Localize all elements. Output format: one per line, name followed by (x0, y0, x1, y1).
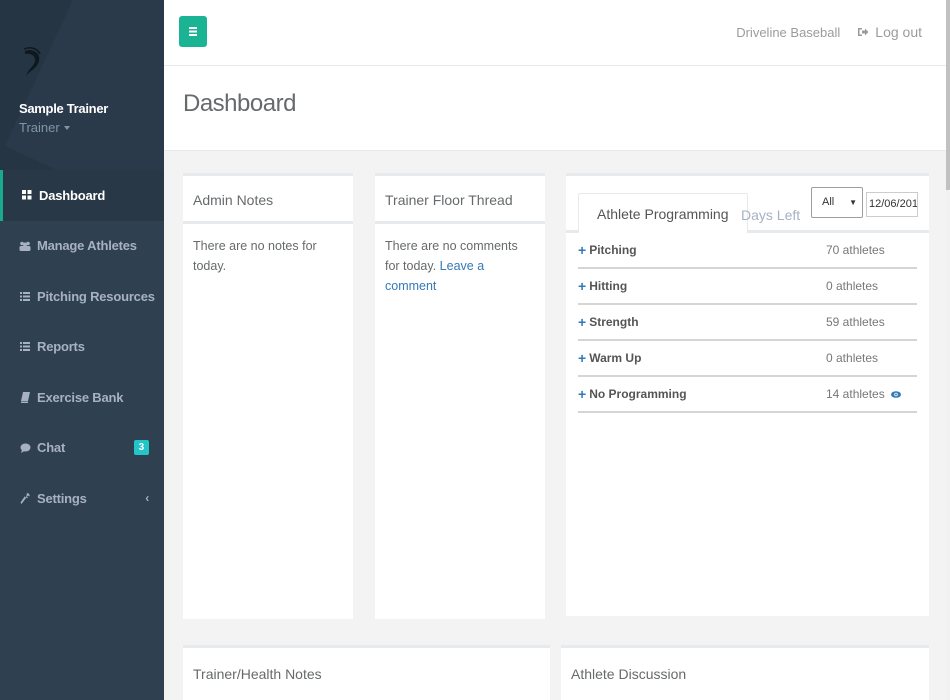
scrollbar-thumb[interactable] (946, 0, 950, 190)
program-name[interactable]: Strength (589, 315, 638, 329)
dashboard-icon (21, 190, 33, 200)
sidebar-item-label: Exercise Bank (37, 389, 124, 405)
athlete-count: 14 athletes (826, 387, 885, 401)
sidebar-item-exercise-bank[interactable]: Exercise Bank (0, 372, 164, 423)
chat-unread-badge: 3 (133, 440, 149, 456)
profile-header: Sample Trainer Trainer (0, 0, 164, 170)
athlete-discussion-panel: Athlete Discussion (561, 645, 929, 700)
programming-row: + No Programming 14 athletes (578, 377, 917, 413)
topbar: Driveline Baseball Log out (164, 0, 950, 66)
panel-title: Trainer Floor Thread (375, 176, 545, 224)
sidebar: Sample Trainer Trainer Dashboard Manage … (0, 0, 164, 700)
athlete-count: 59 athletes (826, 315, 885, 329)
programming-tabs: Athlete Programming Days Left All ▼ 12/0… (566, 176, 929, 233)
sidebar-item-label: Pitching Resources (37, 288, 155, 304)
programming-row: + Warm Up 0 athletes (578, 341, 917, 377)
wrench-icon (19, 492, 31, 504)
driveline-logo-icon (23, 47, 41, 76)
sidebar-item-label: Reports (37, 339, 85, 355)
program-name[interactable]: No Programming (589, 387, 686, 401)
eye-icon[interactable] (891, 390, 902, 401)
select-arrow-icon: ▼ (849, 198, 857, 207)
logout-link[interactable]: Log out (858, 24, 922, 40)
expand-plus-icon[interactable]: + (578, 278, 586, 294)
toggle-sidebar-button[interactable] (179, 16, 207, 47)
sidebar-item-label: Chat (37, 440, 66, 456)
tab-days-left[interactable]: Days Left (723, 195, 818, 235)
list-icon (19, 291, 31, 301)
page-title: Dashboard (183, 90, 296, 117)
sidebar-item-settings[interactable]: Settings ‹ (0, 473, 164, 524)
sidebar-item-pitching-resources[interactable]: Pitching Resources (0, 271, 164, 322)
panel-title: Trainer/Health Notes (183, 648, 550, 700)
organization-name: Driveline Baseball (736, 24, 841, 40)
hamburger-icon (189, 27, 197, 36)
programming-list: + Pitching 70 athletes + Hitting 0 athle… (566, 233, 929, 413)
sidebar-item-label: Manage Athletes (37, 238, 137, 254)
expand-plus-icon[interactable]: + (578, 350, 586, 366)
profile-name[interactable]: Sample Trainer (19, 101, 164, 116)
profile-role-dropdown[interactable]: Trainer (19, 120, 164, 135)
trainer-floor-body: There are no comments for today. Leave a… (375, 224, 545, 308)
users-icon (19, 241, 31, 251)
sidebar-nav: Dashboard Manage Athletes Pitching Resou… (0, 170, 164, 524)
expand-plus-icon[interactable]: + (578, 386, 586, 402)
athlete-count-with-view: 14 athletes (826, 387, 902, 401)
sidebar-item-reports[interactable]: Reports (0, 322, 164, 373)
page-scrollbar[interactable] (946, 0, 950, 700)
athlete-count: 0 athletes (826, 351, 879, 365)
sidebar-item-label: Settings (37, 490, 87, 506)
athlete-count: 70 athletes (826, 243, 885, 257)
programming-row: + Hitting 0 athletes (578, 269, 917, 305)
list-icon (19, 342, 31, 352)
athlete-count: 0 athletes (826, 279, 879, 293)
page-heading: Dashboard (164, 66, 950, 151)
trainer-floor-thread-panel: Trainer Floor Thread There are no commen… (375, 173, 545, 619)
athlete-programming-panel: Athlete Programming Days Left All ▼ 12/0… (566, 173, 929, 616)
chevron-left-icon: ‹ (145, 491, 149, 506)
sidebar-item-chat[interactable]: Chat 3 (0, 423, 164, 474)
program-name[interactable]: Hitting (589, 279, 627, 293)
expand-plus-icon[interactable]: + (578, 314, 586, 330)
caret-down-icon (63, 125, 70, 130)
program-name[interactable]: Pitching (589, 243, 636, 257)
program-filter-select[interactable]: All ▼ (811, 187, 863, 218)
programming-row: + Strength 59 athletes (578, 305, 917, 341)
admin-notes-panel: Admin Notes There are no notes for today… (183, 173, 353, 619)
programming-row: + Pitching 70 athletes (578, 233, 917, 269)
program-name[interactable]: Warm Up (589, 351, 641, 365)
select-value: All (822, 196, 835, 208)
logout-label: Log out (875, 24, 922, 40)
profile-role: Trainer (19, 120, 60, 135)
panel-title: Athlete Discussion (561, 648, 929, 700)
book-icon (19, 391, 31, 403)
panel-title: Admin Notes (183, 176, 353, 224)
chat-icon (19, 443, 31, 453)
trainer-health-notes-panel: Trainer/Health Notes (183, 645, 550, 700)
sign-out-icon (858, 28, 869, 36)
admin-notes-body: There are no notes for today. (193, 239, 317, 273)
date-input[interactable]: 12/06/2018 (866, 192, 918, 217)
sidebar-item-label: Dashboard (39, 187, 106, 203)
expand-plus-icon[interactable]: + (578, 242, 586, 258)
sidebar-item-manage-athletes[interactable]: Manage Athletes (0, 221, 164, 272)
sidebar-item-dashboard[interactable]: Dashboard (0, 170, 164, 221)
topbar-right: Driveline Baseball Log out (736, 24, 922, 40)
